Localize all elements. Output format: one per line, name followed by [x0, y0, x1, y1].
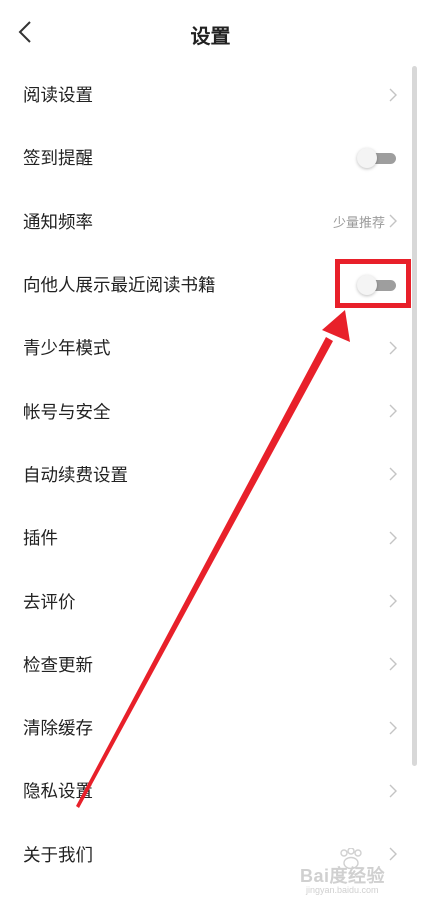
chevron-right-icon: [389, 214, 397, 228]
chevron-right-icon: [389, 404, 397, 418]
settings-item-notification-frequency[interactable]: 通知频率 少量推荐: [0, 190, 421, 253]
notification-frequency-value: 少量推荐: [332, 215, 385, 231]
chevron-right-icon: [389, 341, 397, 355]
settings-item-label: 阅读设置: [23, 86, 93, 107]
settings-item-clear-cache[interactable]: 清除缓存: [0, 696, 421, 759]
settings-item-rate-app[interactable]: 去评价: [0, 569, 421, 632]
chevron-right-icon: [389, 88, 397, 102]
settings-item-label: 检查更新: [23, 655, 93, 676]
settings-item-label: 青少年模式: [23, 339, 111, 360]
settings-item-label: 向他人展示最近阅读书籍: [23, 276, 216, 297]
settings-item-label: 自动续费设置: [23, 465, 128, 486]
settings-item-plugins[interactable]: 插件: [0, 506, 421, 569]
settings-item-label: 去评价: [23, 592, 76, 613]
watermark-subtext: jingyan.baidu.com: [306, 885, 379, 895]
chevron-right-icon: [389, 657, 397, 671]
settings-item-account-security[interactable]: 帐号与安全: [0, 379, 421, 442]
top-bar: 设置: [0, 0, 421, 66]
settings-list: 阅读设置 签到提醒 通知频率 少量推荐 向他人展示最近阅读书籍 青少年模式 帐号…: [0, 63, 421, 886]
chevron-right-icon: [389, 594, 397, 608]
settings-item-label: 隐私设置: [23, 782, 93, 803]
checkin-reminder-toggle[interactable]: [357, 147, 397, 169]
settings-item-check-update[interactable]: 检查更新: [0, 633, 421, 696]
settings-item-label: 插件: [23, 529, 58, 550]
settings-item-label: 清除缓存: [23, 719, 93, 740]
watermark: Bai度经验 jingyan.baidu.com: [300, 847, 412, 898]
chevron-right-icon: [389, 467, 397, 481]
annotation-highlight-box: [335, 259, 411, 308]
scrollbar[interactable]: [412, 66, 417, 766]
settings-item-label: 通知频率: [23, 212, 93, 233]
settings-item-reading[interactable]: 阅读设置: [0, 63, 421, 126]
settings-item-teen-mode[interactable]: 青少年模式: [0, 316, 421, 379]
settings-item-label: 帐号与安全: [23, 402, 111, 423]
chevron-right-icon: [389, 784, 397, 798]
settings-item-label: 签到提醒: [23, 149, 93, 170]
settings-item-auto-renewal[interactable]: 自动续费设置: [0, 443, 421, 506]
settings-item-privacy[interactable]: 隐私设置: [0, 759, 421, 822]
chevron-right-icon: [389, 531, 397, 545]
chevron-right-icon: [389, 721, 397, 735]
settings-item-checkin-reminder: 签到提醒: [0, 126, 421, 189]
page-title: 设置: [190, 24, 231, 48]
